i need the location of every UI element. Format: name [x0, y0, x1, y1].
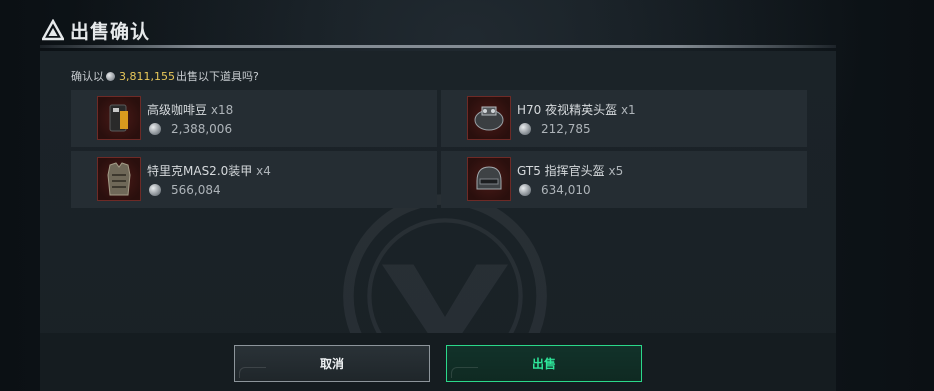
list-item: H70 夜视精英头盔 x1 212,785: [441, 90, 807, 147]
commander-helmet-icon: [467, 157, 511, 201]
list-item: 高级咖啡豆 x18 2,388,006: [71, 90, 437, 147]
coin-icon: [106, 71, 115, 81]
item-name: GT5 指挥官头盔 x5: [517, 164, 624, 178]
list-item: GT5 指挥官头盔 x5 634,010: [441, 151, 807, 208]
confirm-message: 确认以 3,811,155 出售以下道具吗?: [71, 68, 259, 84]
item-price: 212,785: [517, 122, 591, 136]
cancel-button-label: 取消: [319, 357, 344, 371]
item-quantity: x4: [256, 164, 271, 178]
button-decoration: [451, 367, 478, 378]
button-bar: [40, 333, 836, 391]
item-price: 2,388,006: [147, 122, 232, 136]
item-name: 高级咖啡豆 x18: [147, 103, 234, 117]
item-name: H70 夜视精英头盔 x1: [517, 103, 636, 117]
item-list: 高级咖啡豆 x18 2,388,006 H70 夜视精英头盔 x1 212,78…: [71, 90, 807, 208]
coin-icon: [149, 184, 161, 196]
item-quantity: x5: [608, 164, 624, 178]
title-divider: [40, 45, 836, 48]
item-name: 特里克MAS2.0装甲 x4: [147, 164, 271, 178]
coffee-bean-bag-icon: [97, 96, 141, 140]
night-vision-helmet-icon: [467, 96, 511, 140]
coin-icon: [519, 123, 531, 135]
coin-icon: [149, 123, 161, 135]
total-price: 3,811,155: [119, 69, 175, 83]
coin-icon: [519, 184, 531, 196]
sell-confirm-panel: 确认以 3,811,155 出售以下道具吗? 高级咖啡豆 x18 2,388,0…: [40, 51, 836, 391]
cancel-button[interactable]: 取消: [234, 345, 430, 382]
sell-button-label: 出售: [531, 357, 556, 371]
delta-logo-icon: [42, 19, 64, 41]
dialog-header: 出售确认: [42, 14, 150, 46]
confirm-suffix: 出售以下道具吗?: [175, 70, 259, 83]
item-quantity: x18: [210, 103, 234, 117]
item-price: 634,010: [517, 183, 591, 197]
sell-button[interactable]: 出售: [446, 345, 642, 382]
button-decoration: [239, 367, 266, 378]
item-quantity: x1: [620, 103, 636, 117]
list-item: 特里克MAS2.0装甲 x4 566,084: [71, 151, 437, 208]
confirm-prefix: 确认以: [71, 70, 104, 83]
dialog-title: 出售确认: [70, 20, 151, 43]
item-price: 566,084: [147, 183, 221, 197]
body-armor-icon: [97, 157, 141, 201]
